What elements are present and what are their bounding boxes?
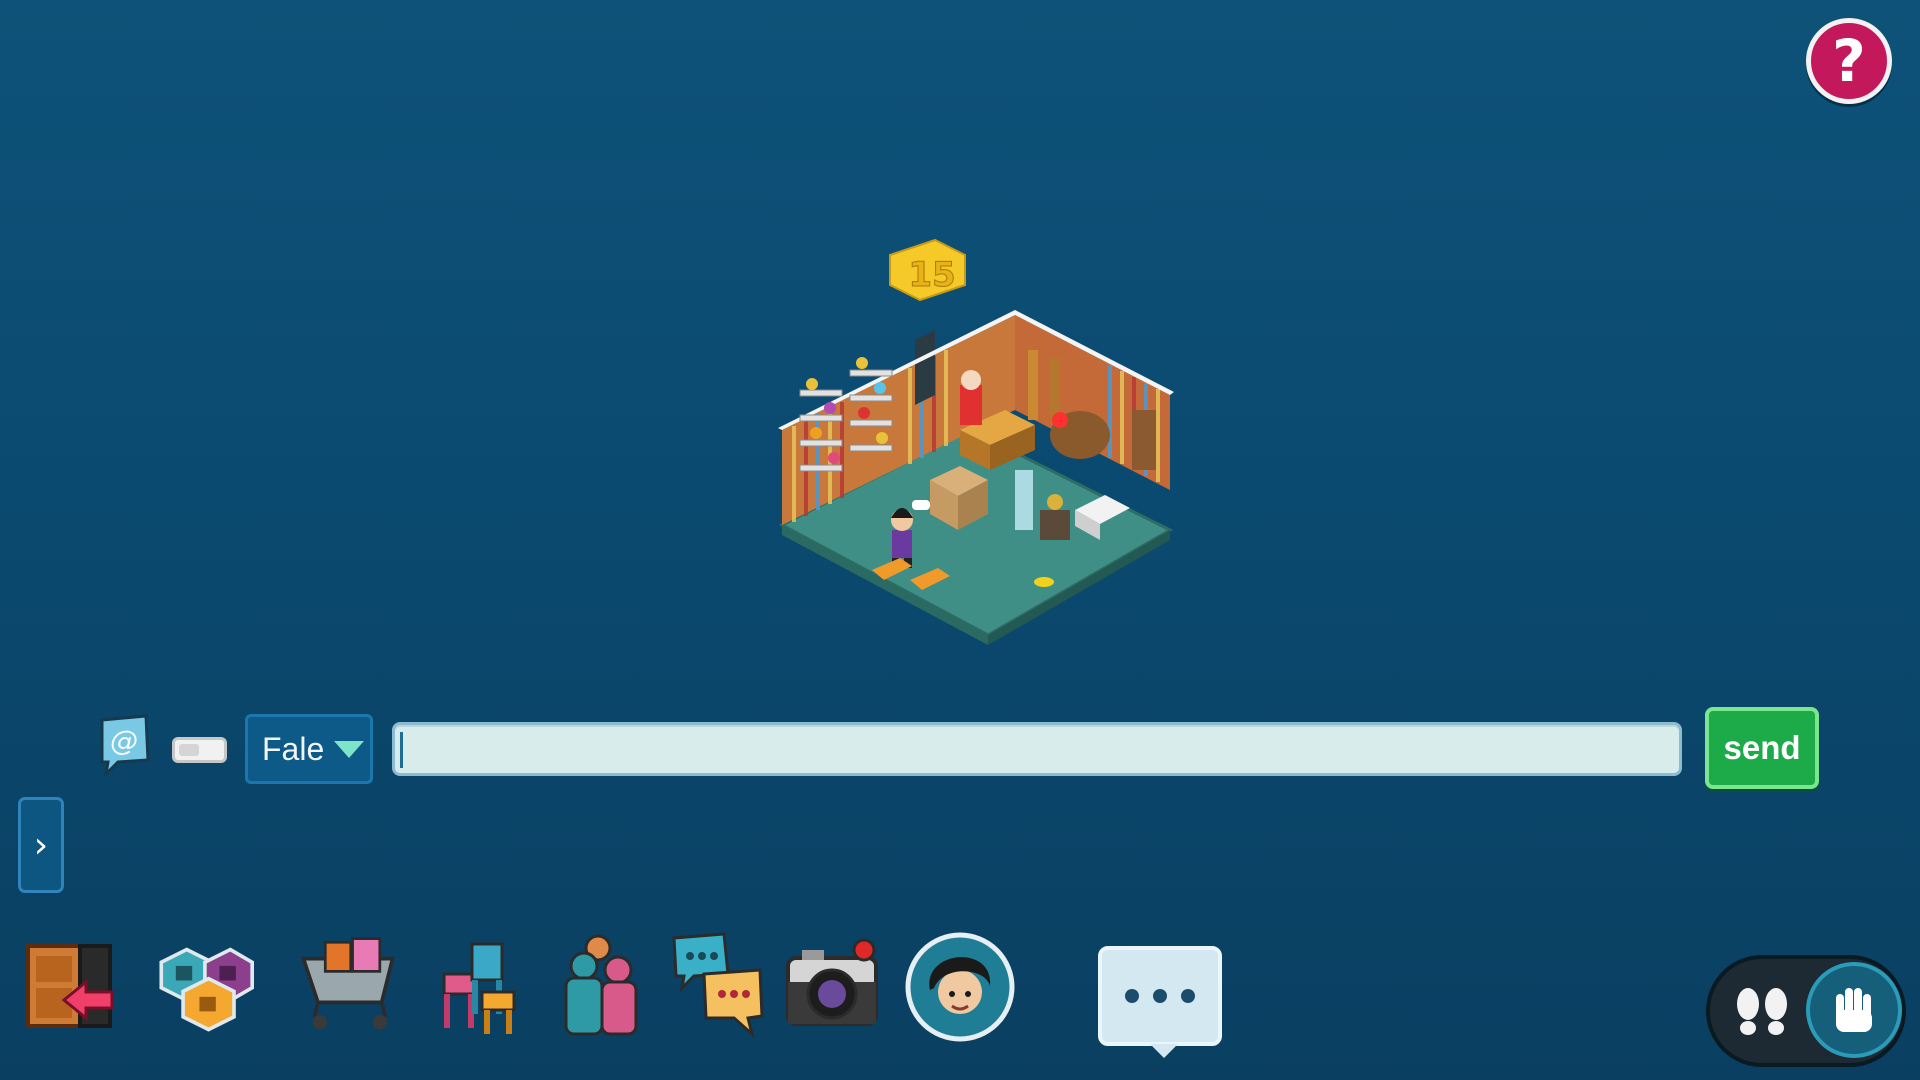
chat-history-toggle[interactable] bbox=[172, 737, 227, 763]
catalog-icon[interactable] bbox=[298, 930, 398, 1040]
text-cursor bbox=[400, 732, 403, 768]
chat-bubble-tail bbox=[1150, 1044, 1178, 1058]
exit-room-icon[interactable] bbox=[20, 930, 120, 1040]
room-guitar[interactable] bbox=[1028, 350, 1038, 420]
hand-mode-button[interactable] bbox=[1806, 962, 1902, 1058]
chat-bubble-button[interactable] bbox=[1098, 946, 1222, 1046]
at-icon: @ bbox=[110, 724, 138, 757]
help-button[interactable]: ? bbox=[1806, 18, 1892, 104]
sidebar-expand-button[interactable]: › bbox=[18, 797, 64, 893]
chat-bubble-dot bbox=[1153, 989, 1167, 1003]
footsteps-icon[interactable] bbox=[1728, 980, 1796, 1042]
chat-mode-select[interactable]: Fale bbox=[245, 714, 373, 784]
send-button[interactable]: send bbox=[1705, 707, 1819, 789]
toggle-knob bbox=[179, 744, 199, 756]
chat-mode-label: Fale bbox=[262, 730, 325, 767]
messenger-icon[interactable] bbox=[668, 930, 768, 1040]
caret-down-icon bbox=[334, 740, 365, 758]
room-santa[interactable] bbox=[960, 385, 982, 425]
room-badge: 15 bbox=[889, 238, 966, 302]
chat-bubble-icon bbox=[1125, 989, 1139, 1003]
send-button-label: send bbox=[1723, 729, 1801, 766]
help-button-label: ? bbox=[1832, 27, 1866, 95]
chevron-right-icon: › bbox=[33, 824, 49, 866]
friends-icon[interactable] bbox=[552, 930, 652, 1040]
room-badge-text: 15 bbox=[908, 255, 955, 295]
inventory-icon[interactable] bbox=[430, 930, 530, 1040]
room-door[interactable] bbox=[915, 330, 935, 405]
chat-bubble-dot bbox=[1181, 989, 1195, 1003]
room-view[interactable]: 15 bbox=[760, 230, 1200, 650]
navigator-icon[interactable] bbox=[154, 930, 254, 1040]
chat-style-button[interactable]: @ bbox=[96, 714, 152, 776]
avatar-icon[interactable] bbox=[904, 930, 1016, 1044]
camera-icon[interactable] bbox=[782, 930, 882, 1040]
hand-icon bbox=[1836, 988, 1872, 1032]
chat-input[interactable] bbox=[392, 722, 1682, 776]
